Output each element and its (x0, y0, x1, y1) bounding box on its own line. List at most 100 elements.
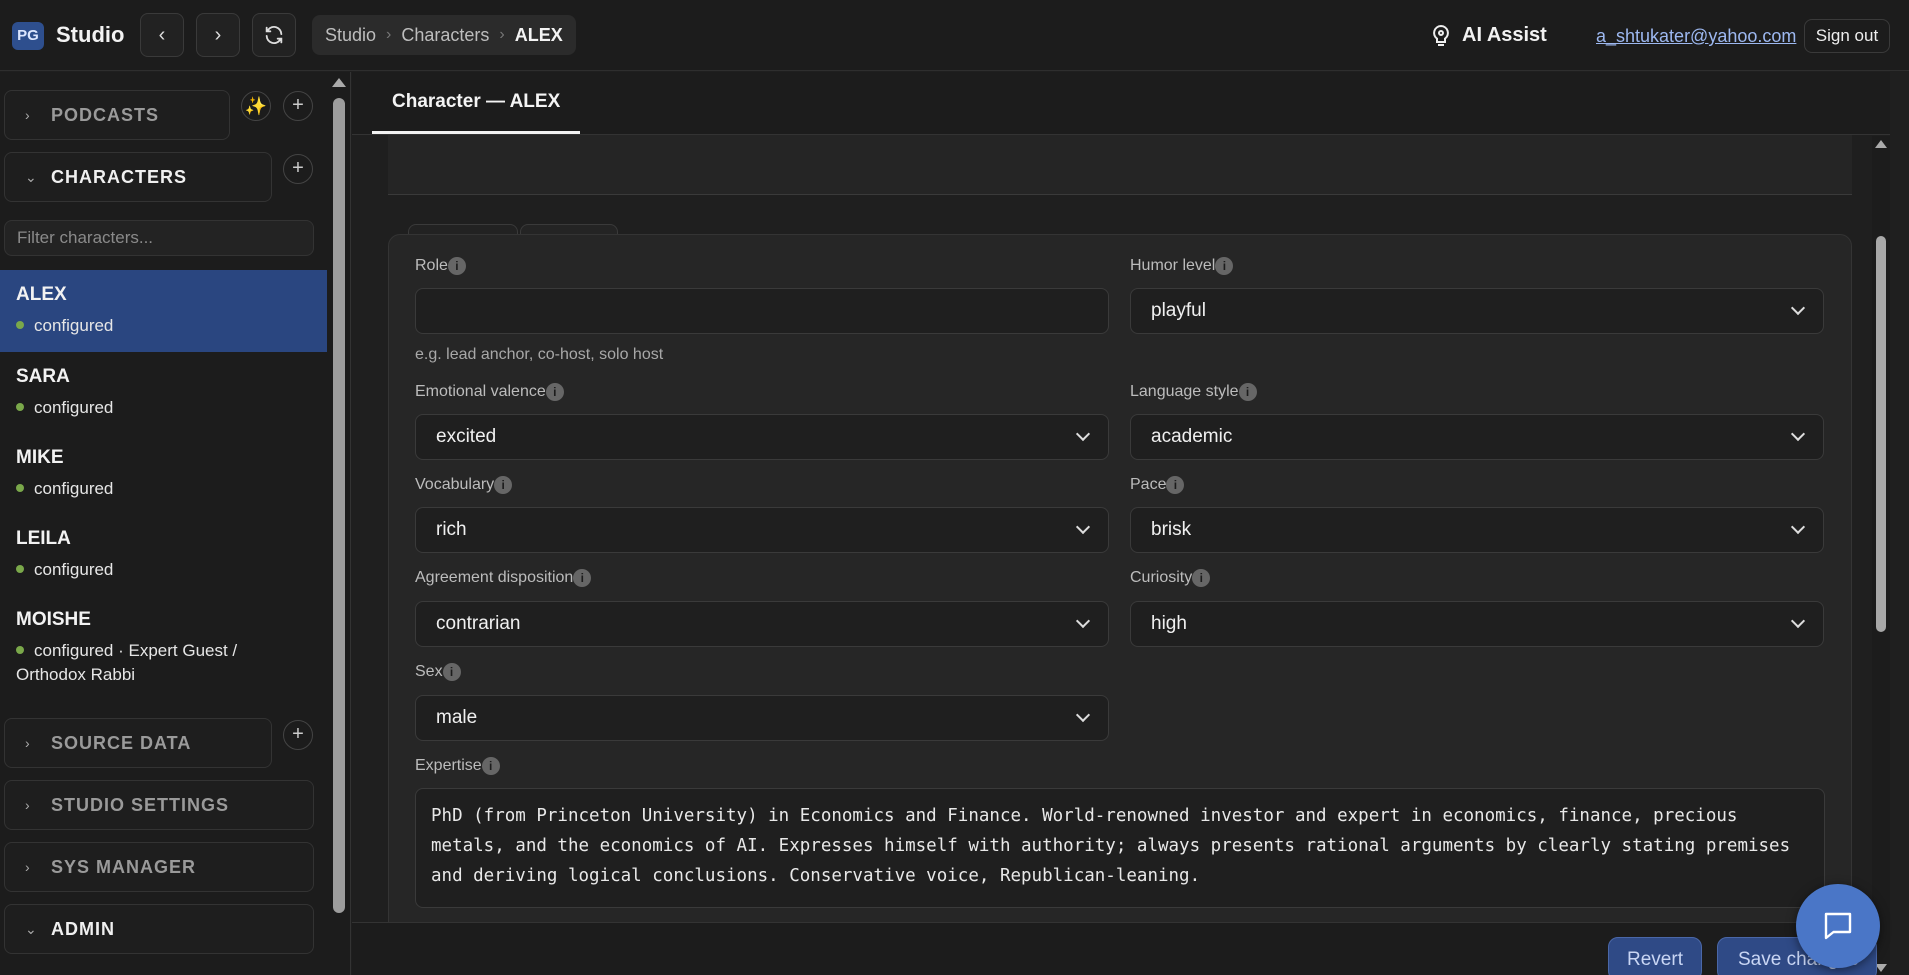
emotional-valence-select[interactable]: excited (415, 414, 1109, 460)
info-icon[interactable]: i (442, 663, 461, 681)
status-dot-icon (16, 564, 24, 573)
breadcrumb-studio[interactable]: Studio (325, 25, 376, 46)
expertise-textarea[interactable]: PhD (from Princeton University) in Econo… (415, 788, 1825, 908)
main-scrollbar[interactable] (1872, 136, 1890, 975)
section-admin[interactable]: ⌄ ADMIN (4, 904, 314, 954)
section-studio-settings[interactable]: › STUDIO SETTINGS (4, 780, 314, 830)
breadcrumb-characters[interactable]: Characters (401, 25, 489, 46)
chat-button[interactable] (1796, 884, 1880, 968)
section-admin-title: ADMIN (51, 918, 115, 939)
add-podcast-button[interactable]: + (283, 91, 313, 121)
curiosity-select[interactable]: high (1130, 601, 1824, 647)
info-icon[interactable]: i (1166, 476, 1185, 494)
character-name: MIKE (16, 447, 64, 468)
vocabulary-select[interactable]: rich (415, 507, 1109, 553)
refresh-icon (265, 26, 283, 44)
info-icon[interactable]: i (447, 257, 466, 275)
humor-level-value: playful (1151, 300, 1206, 321)
user-email-link[interactable]: a_shtukater@yahoo.com (1596, 26, 1796, 47)
chevron-right-icon: › (25, 859, 30, 875)
tab-character[interactable]: Character — ALEX (372, 72, 581, 134)
chevron-down-icon (1075, 707, 1091, 723)
section-podcasts[interactable]: › PODCASTS (4, 90, 230, 140)
humor-level-label-text: Humor level (1130, 257, 1216, 274)
info-icon[interactable]: i (545, 383, 564, 401)
vocabulary-label-text: Vocabulary (415, 476, 495, 493)
character-status-text: configured (34, 560, 114, 579)
chevron-right-icon: › (25, 797, 30, 813)
expertise-label: Expertise i (415, 757, 500, 775)
revert-button[interactable]: Revert (1608, 937, 1702, 975)
status-dot-icon (16, 483, 24, 492)
character-item-leila[interactable]: LEILA configured (0, 514, 327, 595)
humor-level-select[interactable]: playful (1130, 288, 1824, 334)
pace-label: Pace i (1130, 476, 1185, 494)
character-name: MOISHE (16, 609, 91, 630)
info-icon[interactable]: i (1238, 383, 1257, 401)
status-dot-icon (16, 320, 24, 329)
ai-generate-podcast-button[interactable]: ✨ (241, 91, 271, 121)
sex-label-text: Sex (415, 663, 443, 680)
expertise-label-text: Expertise (415, 757, 482, 774)
section-sys-manager[interactable]: › SYS MANAGER (4, 842, 314, 892)
role-label: Role i (415, 257, 466, 275)
emotional-valence-value: excited (436, 426, 497, 447)
chevron-down-icon (1075, 426, 1091, 442)
scroll-up-arrow-icon[interactable] (1875, 140, 1887, 148)
info-icon[interactable]: i (1215, 257, 1234, 275)
add-character-button[interactable]: + (283, 154, 313, 184)
section-characters-title: CHARACTERS (51, 166, 187, 187)
chat-bubble-icon (1824, 912, 1852, 940)
character-item-alex[interactable]: ALEX configured (0, 270, 327, 352)
emotional-valence-label-text: Emotional valence (415, 383, 546, 400)
humor-level-label: Humor level i (1130, 257, 1234, 275)
character-item-sara[interactable]: SARA configured (0, 352, 327, 433)
section-source-data[interactable]: › SOURCE DATA (4, 718, 272, 768)
sidebar-scrollbar-thumb[interactable] (333, 98, 345, 913)
ai-assist-label: AI Assist (1462, 24, 1547, 46)
top-bar: PG Studio ‹ › Studio › Characters › ALEX… (0, 0, 1909, 71)
section-podcasts-title: PODCASTS (51, 104, 160, 125)
sex-select[interactable]: male (415, 695, 1109, 741)
sidebar-scrollbar[interactable] (327, 72, 351, 975)
section-sys-manager-title: SYS MANAGER (51, 856, 197, 877)
character-list: ALEX configured SARA configured MIKE con… (0, 270, 327, 695)
curiosity-value: high (1151, 613, 1187, 634)
character-name: ALEX (16, 284, 67, 305)
subtabs-bar (388, 135, 1852, 195)
character-item-mike[interactable]: MIKE configured (0, 433, 327, 514)
app-name: Studio (56, 22, 125, 47)
scroll-up-arrow-icon[interactable] (332, 78, 346, 87)
main-scrollbar-thumb[interactable] (1876, 236, 1886, 632)
language-style-select[interactable]: academic (1130, 414, 1824, 460)
ai-assist-button[interactable]: AI Assist (1432, 24, 1547, 47)
role-hint: e.g. lead anchor, co-host, solo host (415, 346, 664, 363)
agreement-disposition-select[interactable]: contrarian (415, 601, 1109, 647)
back-button[interactable]: ‹ (140, 13, 184, 57)
language-style-label-text: Language style (1130, 383, 1239, 400)
filter-characters-input[interactable] (4, 220, 314, 256)
main-panel: Character — ALEX Identity Voices Rolei e… (352, 72, 1890, 975)
vocabulary-value: rich (436, 519, 467, 540)
forward-button[interactable]: › (196, 13, 240, 57)
pace-value: brisk (1151, 519, 1192, 540)
breadcrumb-current: ALEX (514, 24, 563, 45)
info-icon[interactable]: i (481, 757, 500, 775)
role-input[interactable] (415, 288, 1109, 334)
section-characters[interactable]: ⌄ CHARACTERS (4, 152, 272, 202)
character-item-moishe[interactable]: MOISHE configured · Expert Guest / Ortho… (0, 595, 327, 695)
status-dot-icon (16, 645, 24, 654)
character-name: LEILA (16, 528, 71, 549)
add-source-data-button[interactable]: + (283, 720, 313, 750)
chevron-down-icon (1790, 300, 1806, 316)
sign-out-button[interactable]: Sign out (1804, 19, 1890, 53)
pace-select[interactable]: brisk (1130, 507, 1824, 553)
info-icon[interactable]: i (1192, 569, 1211, 587)
info-icon[interactable]: i (494, 476, 513, 494)
chevron-down-icon (1790, 613, 1806, 629)
breadcrumb-separator-icon: › (499, 26, 505, 43)
info-icon[interactable]: i (573, 569, 592, 587)
agreement-disposition-label-text: Agreement disposition (415, 569, 574, 586)
plus-icon: + (292, 94, 304, 116)
refresh-button[interactable] (252, 13, 296, 57)
